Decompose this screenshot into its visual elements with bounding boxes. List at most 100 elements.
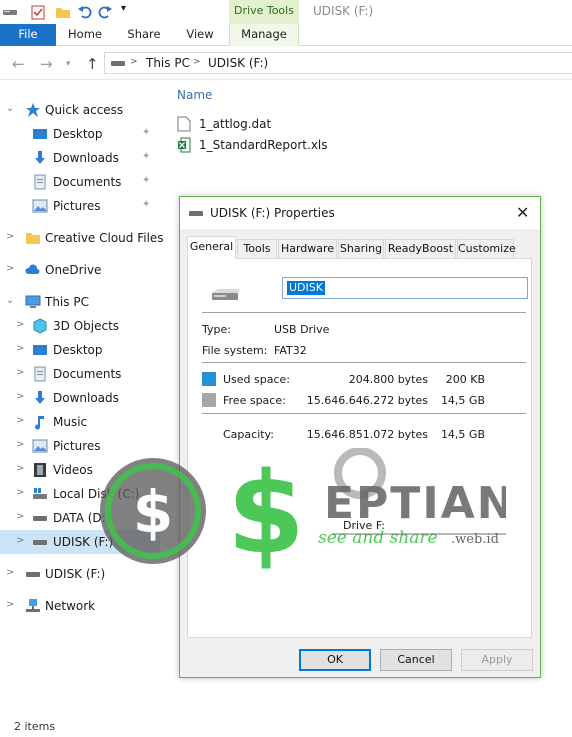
file-row[interactable]: 1_attlog.dat <box>177 114 307 134</box>
apply-button[interactable]: Apply <box>461 649 533 671</box>
nav-item-udisk-f-selected[interactable]: > UDISK (F:) <box>0 530 160 554</box>
chevron-down-icon[interactable]: ⌄ <box>6 103 14 114</box>
excel-icon <box>178 137 191 153</box>
nav-item-udisk-f[interactable]: > UDISK (F:) <box>0 562 160 586</box>
nav-item-pictures[interactable]: Pictures ✦ <box>0 194 160 218</box>
nav-item-downloads[interactable]: Downloads ✦ <box>0 146 160 170</box>
file-name: 1_attlog.dat <box>199 117 272 131</box>
volume-name-value: UDISK <box>287 281 325 295</box>
chevron-right-icon[interactable]: > <box>16 535 24 546</box>
tab-file[interactable]: File <box>0 24 56 46</box>
chevron-right-icon[interactable]: > <box>16 367 24 378</box>
free-space-label: Free space: <box>223 394 286 407</box>
capacity-label: Capacity: <box>223 428 274 441</box>
used-space-bytes: 204.800 bytes <box>348 373 428 386</box>
drive-icon <box>33 540 47 545</box>
capacity-size: 14,5 GB <box>440 428 485 441</box>
chevron-right-icon[interactable]: > <box>16 319 24 330</box>
nav-item-music[interactable]: > Music <box>0 410 160 434</box>
chevron-right-icon[interactable]: > <box>16 343 24 354</box>
pin-icon[interactable]: ✦ <box>142 175 150 186</box>
pictures-icon <box>32 439 48 453</box>
tab-manage[interactable]: Manage <box>229 24 299 46</box>
redo-icon[interactable] <box>97 4 113 20</box>
divider <box>202 413 526 414</box>
capacity-bytes: 15.646.851.072 bytes <box>306 428 428 441</box>
window-title: UDISK (F:) <box>313 4 374 18</box>
tab-share[interactable]: Share <box>119 24 169 46</box>
properties-icon[interactable] <box>30 4 46 20</box>
chevron-right-icon[interactable]: > <box>16 487 24 498</box>
nav-item-local-disk-c[interactable]: > Local Disk (C:) <box>0 482 160 506</box>
windows-drive-icon <box>33 488 47 499</box>
nav-item-quick-access[interactable]: ⌄ Quick access <box>0 98 160 122</box>
nav-item-videos[interactable]: > Videos <box>0 458 160 482</box>
tab-sharing[interactable]: Sharing <box>338 239 384 258</box>
file-row[interactable]: 1_StandardReport.xls <box>177 135 337 155</box>
pictures-icon <box>32 199 48 213</box>
cube-icon <box>33 318 47 334</box>
chevron-down-icon[interactable]: ⌄ <box>6 295 14 306</box>
dialog-title: UDISK (F:) Properties <box>210 206 335 220</box>
tab-view[interactable]: View <box>177 24 223 46</box>
recent-locations-icon[interactable]: ▾ <box>66 59 71 69</box>
nav-item-documents-pc[interactable]: > Documents <box>0 362 160 386</box>
chevron-right-icon[interactable]: > <box>16 415 24 426</box>
used-space-swatch <box>202 372 216 386</box>
status-item-count: 2 items <box>14 720 56 733</box>
chevron-right-icon[interactable]: > <box>16 463 24 474</box>
downloads-icon <box>35 151 45 164</box>
chevron-right-icon[interactable]: > <box>16 391 24 402</box>
chevron-right-icon[interactable]: > <box>6 599 14 610</box>
breadcrumb-this-pc[interactable]: This PC <box>146 56 190 70</box>
dialog-title-bar[interactable]: UDISK (F:) Properties ✕ <box>180 197 540 229</box>
pin-icon[interactable]: ✦ <box>142 127 150 138</box>
new-folder-icon[interactable] <box>55 4 71 20</box>
undo-icon[interactable] <box>77 4 93 20</box>
pin-icon[interactable]: ✦ <box>142 151 150 162</box>
star-icon <box>26 103 40 117</box>
used-space-size: 200 KB <box>445 373 485 386</box>
nav-item-desktop[interactable]: Desktop ✦ <box>0 122 160 146</box>
forward-arrow-icon[interactable]: → <box>40 55 53 73</box>
tab-general[interactable]: General <box>187 236 236 259</box>
tab-hardware[interactable]: Hardware <box>278 239 337 258</box>
cancel-button[interactable]: Cancel <box>380 649 452 671</box>
chevron-right-icon[interactable]: > <box>16 439 24 450</box>
column-header-name[interactable]: Name <box>177 88 212 102</box>
pin-icon[interactable]: ✦ <box>142 199 150 210</box>
volume-name-field[interactable]: UDISK <box>282 277 528 299</box>
close-icon[interactable]: ✕ <box>516 203 529 222</box>
up-arrow-icon[interactable]: ↑ <box>86 55 99 73</box>
nav-item-pictures-pc[interactable]: > Pictures <box>0 434 160 458</box>
tab-tools[interactable]: Tools <box>237 239 277 258</box>
breadcrumb-separator-icon[interactable]: > <box>193 57 201 67</box>
divider <box>202 362 526 363</box>
customize-qat-icon[interactable]: ▾ <box>121 3 126 14</box>
chevron-right-icon[interactable]: > <box>6 263 14 274</box>
drive-icon <box>33 516 47 521</box>
chevron-right-icon[interactable]: > <box>6 567 14 578</box>
tab-home[interactable]: Home <box>60 24 110 46</box>
drive-icon[interactable] <box>2 4 18 20</box>
nav-item-this-pc[interactable]: ⌄ This PC <box>0 290 160 314</box>
back-arrow-icon[interactable]: ← <box>12 55 25 73</box>
nav-item-onedrive[interactable]: > OneDrive <box>0 258 160 282</box>
nav-item-network[interactable]: > Network <box>0 594 160 618</box>
breadcrumb-separator-icon[interactable]: > <box>130 57 138 67</box>
tab-readyboost[interactable]: ReadyBoost <box>385 239 456 258</box>
breadcrumb-udisk[interactable]: UDISK (F:) <box>208 56 268 70</box>
nav-item-downloads-pc[interactable]: > Downloads <box>0 386 160 410</box>
ok-button[interactable]: OK <box>299 649 371 671</box>
nav-item-documents[interactable]: Documents ✦ <box>0 170 160 194</box>
chevron-right-icon[interactable]: > <box>16 511 24 522</box>
drive-icon <box>189 211 203 216</box>
chevron-right-icon[interactable]: > <box>6 231 14 242</box>
tab-customize[interactable]: Customize <box>457 239 516 258</box>
folder-icon <box>26 233 40 244</box>
nav-item-desktop-pc[interactable]: > Desktop <box>0 338 160 362</box>
nav-item-data-d[interactable]: > DATA (D:) <box>0 506 160 530</box>
free-space-bytes: 15.646.646.272 bytes <box>306 394 428 407</box>
nav-item-3d-objects[interactable]: > 3D Objects <box>0 314 160 338</box>
nav-item-creative-cloud-files[interactable]: > Creative Cloud Files <box>0 226 164 250</box>
